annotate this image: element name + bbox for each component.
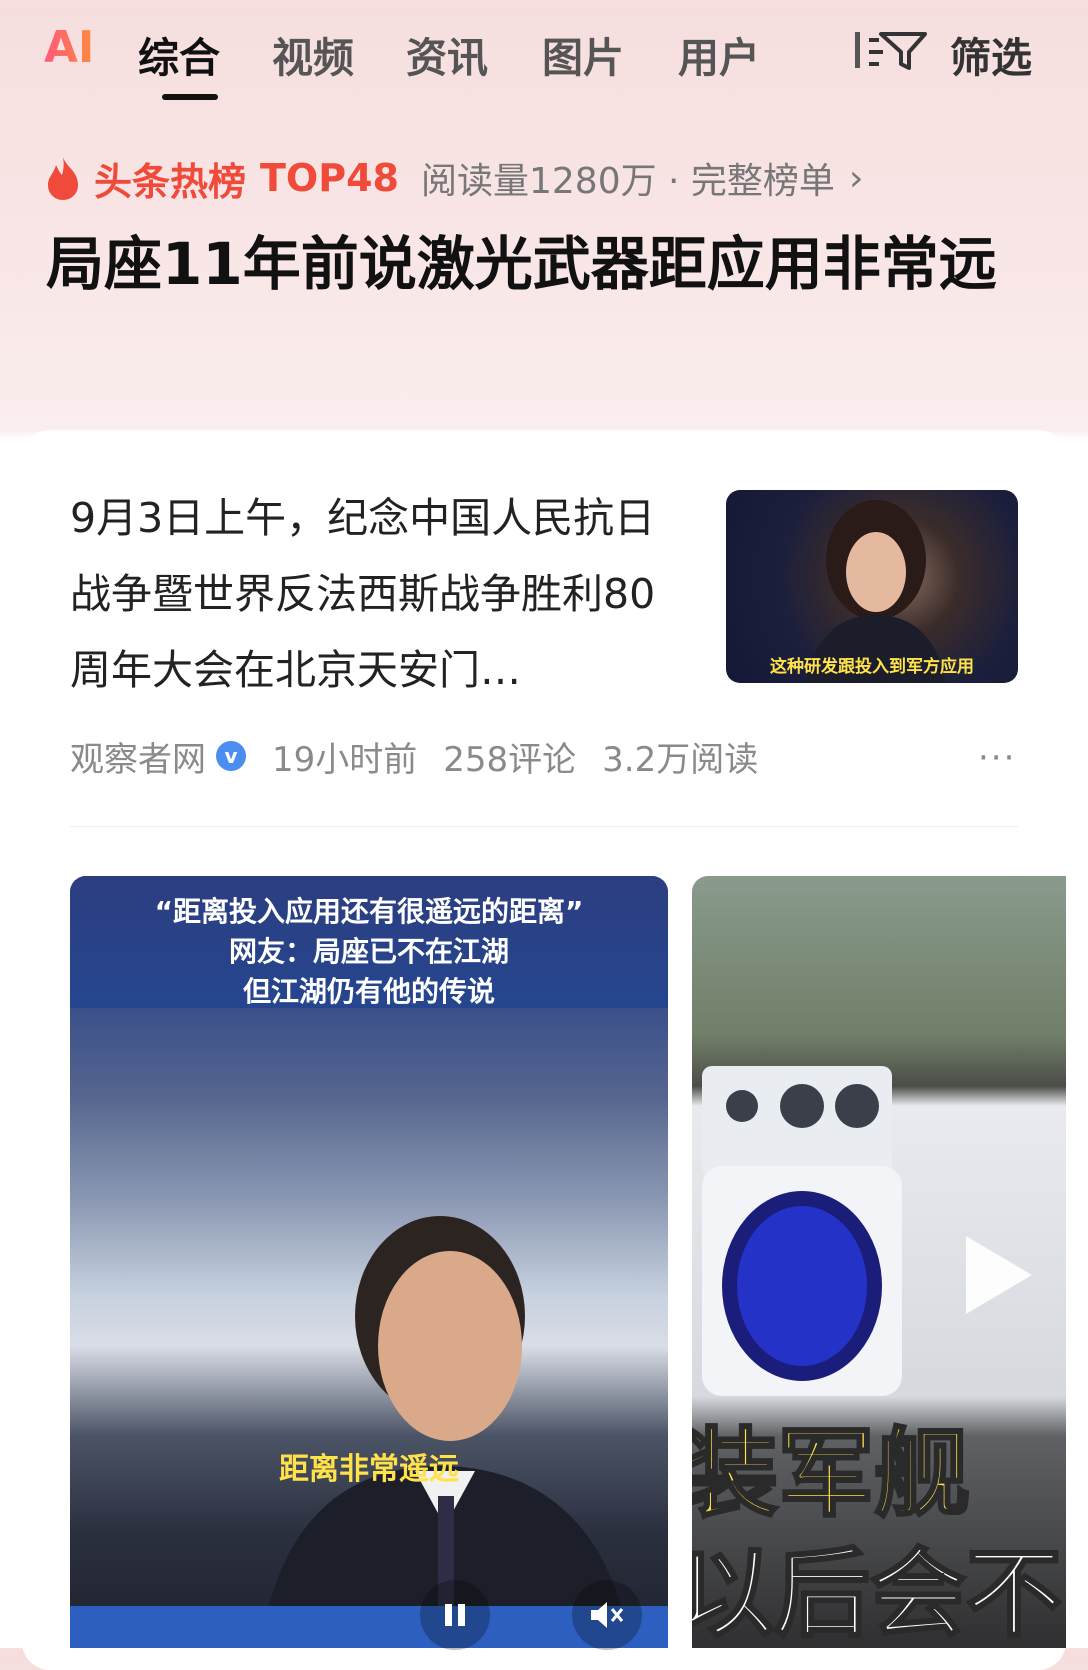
hot-read-count[interactable]: 阅读量1280万 · 完整榜单 <box>421 152 835 204</box>
more-options-icon[interactable]: ··· <box>978 738 1016 778</box>
filter-icon[interactable] <box>855 28 931 72</box>
video-caption-line-2: 网友：局座已不在江湖 <box>228 935 509 968</box>
tab-comprehensive[interactable]: 综合 <box>138 24 220 84</box>
divider <box>70 826 1018 827</box>
hot-list-title: 头条热榜 <box>94 159 247 204</box>
tab-video[interactable]: 视频 <box>272 24 354 84</box>
tab-users[interactable]: 用户 <box>678 24 760 84</box>
speaker-image <box>260 1216 630 1648</box>
thumbnail-caption: 这种研发跟投入到军方应用 <box>770 657 974 677</box>
laser-weapon-image <box>702 1066 902 1396</box>
tab-news[interactable]: 资讯 <box>406 24 488 84</box>
verified-icon: v <box>216 741 246 771</box>
video-overlay-text-2: 以后会不 <box>692 1537 1064 1649</box>
mute-icon[interactable] <box>572 1580 642 1650</box>
ai-logo[interactable]: AI <box>44 22 94 73</box>
page-title[interactable]: 局座11年前说激光武器距应用非常远 <box>46 222 1026 306</box>
hot-rank: TOP48 <box>260 156 399 200</box>
read-count: 3.2万阅读 <box>602 739 759 780</box>
active-tab-indicator <box>162 94 218 100</box>
hot-list-row[interactable]: 头条热榜 TOP48 阅读量1280万 · 完整榜单 › <box>44 150 863 206</box>
chevron-right-icon[interactable]: › <box>849 158 863 199</box>
article-thumbnail[interactable]: 这种研发跟投入到军方应用 <box>726 490 1018 683</box>
video-card-1[interactable]: “距离投入应用还有很遥远的距离” 网友：局座已不在江湖 但江湖仍有他的传说 距离… <box>70 876 668 1648</box>
video-caption-line-3: 但江湖仍有他的传说 <box>242 975 495 1008</box>
search-tab-bar: AI 综合 视频 资讯 图片 用户 筛选 <box>0 0 1088 110</box>
video-subtitle: 距离非常遥远 <box>279 1452 459 1487</box>
flame-icon <box>48 157 78 200</box>
filter-label[interactable]: 筛选 <box>950 24 1032 84</box>
publish-time: 19小时前 <box>272 739 418 780</box>
video-overlay-text-1: 装军舰 <box>692 1417 972 1532</box>
source-name[interactable]: 观察者网 <box>70 732 206 781</box>
play-icon[interactable] <box>958 1230 1038 1320</box>
video-caption-line-1: “距离投入应用还有很遥远的距离” <box>154 895 584 928</box>
article-meta: 观察者网 v 19小时前 258评论 3.2万阅读 <box>70 732 758 780</box>
pause-icon[interactable] <box>420 1580 490 1650</box>
tab-images[interactable]: 图片 <box>542 24 624 84</box>
comment-count: 258评论 <box>443 739 577 780</box>
article-summary[interactable]: 9月3日上午，纪念中国人民抗日战争暨世界反法西斯战争胜利80周年大会在北京天安门… <box>70 480 690 708</box>
